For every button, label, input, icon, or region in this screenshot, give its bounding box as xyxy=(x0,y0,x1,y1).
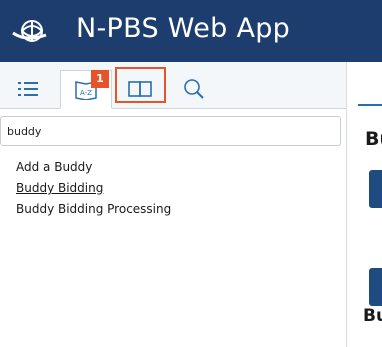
content-subheading: Bu xyxy=(363,306,382,326)
content-button-2[interactable] xyxy=(369,268,382,306)
app-header: N-PBS Web App xyxy=(0,0,382,62)
result-buddy-bidding[interactable]: Buddy Bidding xyxy=(16,178,171,199)
content-button-1[interactable] xyxy=(369,170,382,208)
list-icon xyxy=(18,82,38,96)
index-icon-text: A-Z xyxy=(80,89,92,97)
magnifier-icon xyxy=(184,79,204,99)
tab-search[interactable] xyxy=(168,70,220,108)
help-search-input[interactable] xyxy=(0,116,341,146)
result-add-a-buddy[interactable]: Add a Buddy xyxy=(16,157,171,178)
callout-badge: 1 xyxy=(91,70,109,88)
glossary-highlight-outline xyxy=(115,67,166,103)
content-top-divider xyxy=(358,104,382,106)
content-heading: Bu xyxy=(365,128,382,150)
result-buddy-bidding-processing[interactable]: Buddy Bidding Processing xyxy=(16,199,171,220)
help-panel: A-Z 1 Add a Buddy Buddy Bidding Buddy Bi… xyxy=(0,62,346,347)
app-title: N-PBS Web App xyxy=(76,13,291,44)
search-results-list: Add a Buddy Buddy Bidding Buddy Bidding … xyxy=(16,157,171,220)
globe-logo-icon[interactable] xyxy=(12,16,48,46)
help-tabbar: A-Z 1 xyxy=(0,62,346,109)
tab-contents[interactable] xyxy=(2,70,54,108)
